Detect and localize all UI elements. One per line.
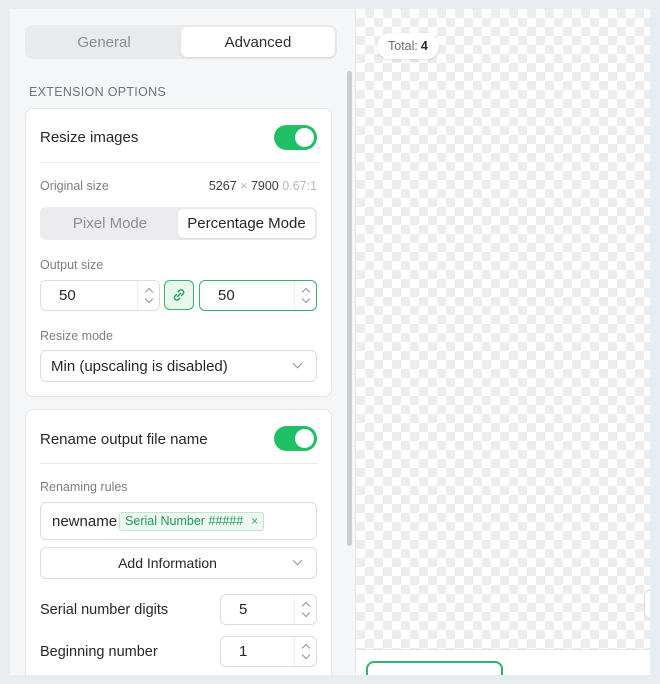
chevron-up-icon[interactable] [302,642,310,650]
section-heading: EXTENSION OPTIONS [29,85,167,99]
serial-digits-input[interactable]: 5 [220,594,317,625]
toggle-knob [295,128,314,147]
rename-toggle[interactable] [274,426,317,451]
side-handle[interactable] [644,589,650,619]
chevron-down-icon [294,559,302,567]
settings-panel: General Advanced EXTENSION OPTIONS Resiz… [10,9,355,675]
output-size-label: Output size [40,258,104,272]
mode-switch: Pixel Mode Percentage Mode [40,207,317,240]
output-height-value: 50 [218,287,235,304]
settings-tabs: General Advanced [25,25,337,59]
divider [40,162,318,163]
resize-mode-select[interactable]: Min (upscaling is disabled) [40,350,317,382]
original-size-value: 5267 × 7900 0.67:1 [209,179,317,193]
tab-advanced[interactable]: Advanced [181,27,335,57]
rename-title: Rename output file name [40,431,208,448]
resize-mode-label: Resize mode [40,329,113,343]
beginning-number-value: 1 [239,643,248,660]
preview-footer [355,649,650,675]
chevron-down-icon[interactable] [302,297,310,305]
preview-area: Total: 4 [355,9,650,649]
original-width: 5267 [208,179,237,193]
add-information-select[interactable]: Add Information [40,547,317,579]
width-stepper [137,281,159,310]
rules-prefix: newname [52,512,118,530]
chevron-down-icon[interactable] [302,611,310,619]
output-height-input[interactable]: 50 [199,280,317,311]
link-icon [173,289,185,301]
chevron-up-icon[interactable] [302,286,310,294]
serial-digits-stepper [294,595,316,624]
original-size-label: Original size [40,179,109,193]
chevron-down-icon[interactable] [302,653,310,661]
beginning-number-stepper [294,637,316,666]
aspect-ratio: 0.67:1 [282,179,317,193]
action-button[interactable] [366,661,503,675]
renaming-rules-label: Renaming rules [40,480,128,494]
output-width-input[interactable]: 50 [40,280,160,311]
resize-card: Resize images Original size 5267 × 7900 … [25,108,332,397]
close-icon[interactable]: × [251,514,258,528]
chevron-down-icon [294,362,302,370]
original-height: 7900 [250,179,279,193]
output-width-value: 50 [59,287,76,304]
serial-digits-label: Serial number digits [40,602,169,618]
beginning-number-input[interactable]: 1 [220,636,317,667]
total-label: Total: [388,39,418,53]
times-sign: × [240,179,248,193]
app-window: General Advanced EXTENSION OPTIONS Resiz… [10,9,650,675]
serial-digits-value: 5 [239,601,248,618]
tab-general[interactable]: General [27,27,181,57]
total-count: 4 [420,39,428,53]
add-information-label: Add Information [118,555,217,571]
chevron-up-icon[interactable] [302,600,310,608]
divider [40,463,318,464]
rename-card: Rename output file name Renaming rules n… [25,409,332,675]
serial-number-tag: Serial Number ##### × [119,511,265,531]
chevron-up-icon[interactable] [145,286,153,294]
chevron-down-icon[interactable] [145,297,153,305]
lock-aspect-button[interactable] [164,280,194,310]
beginning-number-label: Beginning number [40,644,158,660]
resize-title: Resize images [40,129,139,146]
renaming-rules-input[interactable]: newname Serial Number ##### × [40,502,317,540]
pixel-mode-button[interactable]: Pixel Mode [42,209,178,238]
total-count-badge: Total: 4 [377,33,439,59]
resize-toggle[interactable] [274,125,317,150]
tag-label: Serial Number ##### [125,514,244,528]
resize-mode-value: Min (upscaling is disabled) [51,357,228,375]
height-stepper [294,281,316,310]
percentage-mode-button[interactable]: Percentage Mode [178,209,315,238]
settings-scrollbar[interactable] [347,71,352,546]
toggle-knob [295,429,314,448]
